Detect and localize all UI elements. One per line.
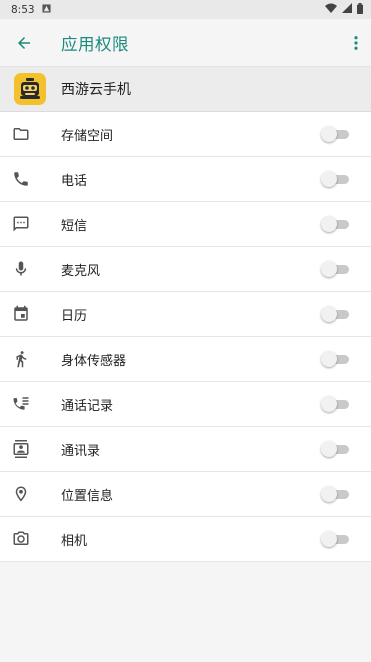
permission-label: 通话记录 <box>61 398 114 414</box>
permission-list: 存储空间 电话 短信 麦克风 日历 身体传感器 通话记录 通讯录 位置信息 相机 <box>0 112 371 562</box>
permission-label: 存储空间 <box>61 128 114 144</box>
app-bar: 应用权限 <box>0 19 371 67</box>
arrow-back-icon[interactable] <box>1 19 47 66</box>
more-vert-icon[interactable] <box>353 33 359 53</box>
permission-row-camera[interactable]: 相机 <box>0 517 371 562</box>
permission-toggle[interactable] <box>321 531 349 547</box>
permission-row-body-sensors[interactable]: 身体传感器 <box>0 337 371 382</box>
signal-icon <box>342 3 352 16</box>
folder-icon <box>11 124 31 144</box>
phone-icon <box>11 169 31 189</box>
permission-row-storage[interactable]: 存储空间 <box>0 112 371 157</box>
permission-row-phone[interactable]: 电话 <box>0 157 371 202</box>
permission-row-call-log[interactable]: 通话记录 <box>0 382 371 427</box>
permission-label: 电话 <box>61 173 88 189</box>
permission-label: 相机 <box>61 533 88 549</box>
permission-toggle[interactable] <box>321 126 349 142</box>
permission-label: 通讯录 <box>61 443 101 459</box>
permission-toggle[interactable] <box>321 171 349 187</box>
permission-row-sms[interactable]: 短信 <box>0 202 371 247</box>
wifi-icon <box>325 3 337 16</box>
body-sensor-icon <box>11 349 31 369</box>
battery-icon <box>357 2 363 17</box>
permission-row-location[interactable]: 位置信息 <box>0 472 371 517</box>
permission-label: 位置信息 <box>61 488 114 504</box>
permission-label: 身体传感器 <box>61 353 127 369</box>
location-icon <box>11 484 31 504</box>
page-title: 应用权限 <box>61 34 129 54</box>
permission-label: 日历 <box>61 308 88 324</box>
status-bar: 8:53 <box>0 0 371 19</box>
empty-area <box>0 562 371 662</box>
app-header: 西游云手机 <box>0 67 371 112</box>
permission-toggle[interactable] <box>321 396 349 412</box>
mic-icon <box>11 259 31 279</box>
permission-row-contacts[interactable]: 通讯录 <box>0 427 371 472</box>
permission-row-microphone[interactable]: 麦克风 <box>0 247 371 292</box>
app-name: 西游云手机 <box>61 82 131 98</box>
permission-label: 短信 <box>61 218 88 234</box>
camera-icon <box>11 529 31 549</box>
permission-row-calendar[interactable]: 日历 <box>0 292 371 337</box>
sms-icon <box>11 214 31 234</box>
permission-toggle[interactable] <box>321 306 349 322</box>
permission-toggle[interactable] <box>321 261 349 277</box>
call-log-icon <box>11 394 31 414</box>
permission-toggle[interactable] <box>321 486 349 502</box>
calendar-icon <box>11 304 31 324</box>
permission-toggle[interactable] <box>321 351 349 367</box>
contacts-icon <box>11 439 31 459</box>
app-robot-icon <box>14 73 46 105</box>
android-notification-icon <box>42 3 51 16</box>
permission-label: 麦克风 <box>61 263 101 279</box>
status-time: 8:53 <box>11 3 35 16</box>
permission-toggle[interactable] <box>321 216 349 232</box>
permission-toggle[interactable] <box>321 441 349 457</box>
